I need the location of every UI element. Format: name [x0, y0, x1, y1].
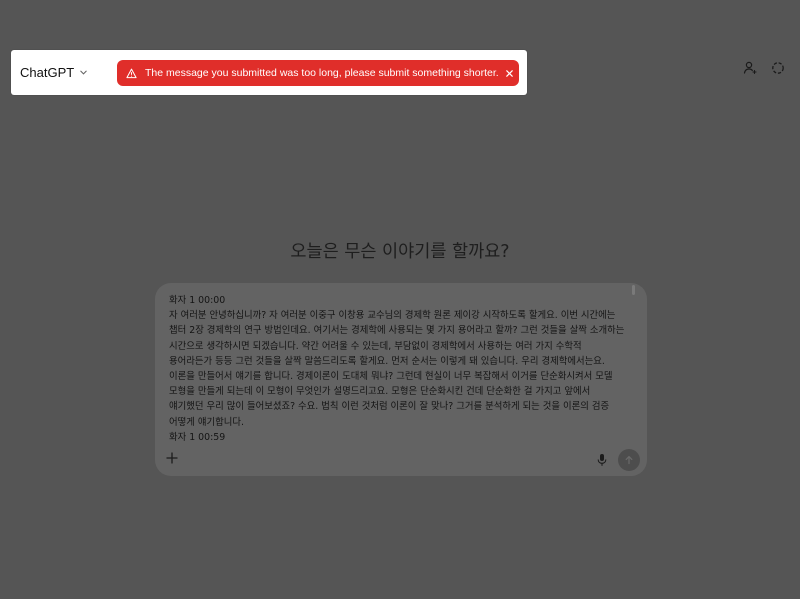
model-switcher[interactable]: ChatGPT [20, 61, 88, 83]
chevron-down-icon [80, 70, 87, 75]
warning-triangle-icon [126, 68, 137, 78]
alert-message: The message you submitted was too long, … [145, 67, 499, 79]
model-switcher-label: ChatGPT [20, 64, 75, 80]
dashed-circle-icon[interactable] [770, 60, 786, 76]
message-input[interactable]: 화자 1 00:00 자 여러분 안녕하십니까? 자 여러분 이중구 이창용 교… [169, 293, 625, 445]
microphone-icon[interactable] [596, 453, 608, 467]
top-bar: ChatGPT The message you submitted was to… [11, 50, 527, 95]
plus-icon[interactable] [165, 451, 179, 465]
arrow-up-icon [625, 456, 633, 465]
close-icon[interactable] [505, 69, 514, 78]
send-button[interactable] [618, 449, 640, 471]
page-heading: 오늘은 무슨 이야기를 할까요? [290, 242, 510, 262]
error-alert: The message you submitted was too long, … [117, 60, 519, 86]
person-icon[interactable] [742, 60, 758, 76]
composer-scrollbar[interactable] [632, 285, 635, 295]
message-composer: 화자 1 00:00 자 여러분 안녕하십니까? 자 여러분 이중구 이창용 교… [155, 283, 647, 476]
